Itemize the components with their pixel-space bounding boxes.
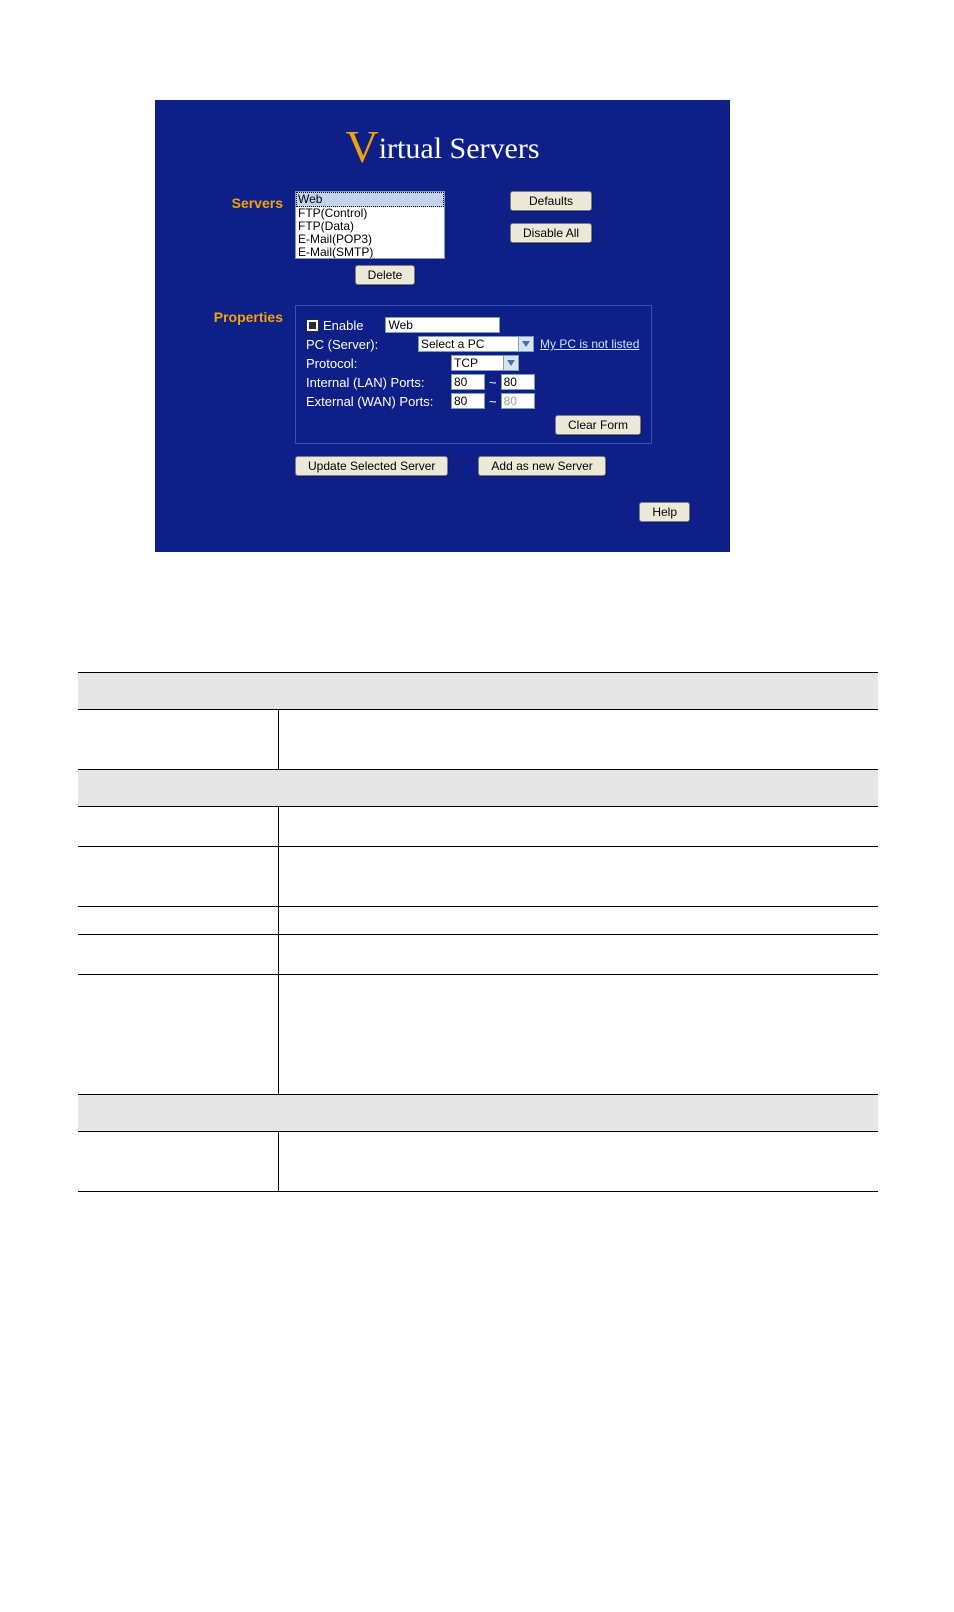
check-mark-icon <box>309 322 316 329</box>
enable-checkbox[interactable] <box>306 319 319 332</box>
table-row <box>78 807 878 847</box>
server-option[interactable]: Web <box>296 192 444 207</box>
table-row <box>78 847 878 907</box>
wan-port-to-input[interactable] <box>501 393 535 409</box>
wan-port-from-input[interactable] <box>451 393 485 409</box>
protocol-select[interactable] <box>451 355 503 371</box>
table-group-header <box>78 673 878 710</box>
servers-label: Servers <box>173 191 295 211</box>
pc-server-label: PC (Server): <box>306 337 418 352</box>
title-rest: irtual Servers <box>379 132 540 165</box>
lan-port-from-input[interactable] <box>451 374 485 390</box>
properties-label: Properties <box>173 305 295 325</box>
table-group-header <box>78 770 878 807</box>
protocol-label: Protocol: <box>306 356 451 371</box>
lan-port-to-input[interactable] <box>501 374 535 390</box>
servers-section: Servers Web FTP(Control) FTP(Data) E-Mai… <box>155 183 730 285</box>
dropdown-arrow-icon[interactable] <box>503 355 519 371</box>
disable-all-button[interactable]: Disable All <box>510 223 592 243</box>
enable-label: Enable <box>323 318 363 333</box>
update-selected-server-button[interactable]: Update Selected Server <box>295 456 448 476</box>
dropdown-arrow-icon[interactable] <box>518 336 534 352</box>
properties-section: Properties Enable PC (Server): <box>155 297 730 476</box>
lan-ports-label: Internal (LAN) Ports: <box>306 375 451 390</box>
server-name-input[interactable] <box>385 317 500 333</box>
table-row <box>78 710 878 770</box>
table-row <box>78 907 878 935</box>
servers-listbox[interactable]: Web FTP(Control) FTP(Data) E-Mail(POP3) … <box>295 191 445 259</box>
pc-select[interactable] <box>418 336 518 352</box>
clear-form-button[interactable]: Clear Form <box>555 415 641 435</box>
range-separator: ~ <box>489 394 497 409</box>
range-separator: ~ <box>489 375 497 390</box>
virtual-servers-panel: Virtual Servers Servers Web FTP(Control)… <box>155 100 730 552</box>
title-cap: V <box>345 120 378 173</box>
properties-fieldset: Enable PC (Server): My PC is not listed <box>295 305 652 444</box>
page-title: Virtual Servers <box>345 132 539 165</box>
table-row <box>78 1132 878 1192</box>
wan-ports-label: External (WAN) Ports: <box>306 394 451 409</box>
defaults-button[interactable]: Defaults <box>510 191 592 211</box>
my-pc-not-listed-link[interactable]: My PC is not listed <box>540 337 639 351</box>
table-row <box>78 935 878 975</box>
panel-header: Virtual Servers <box>155 100 730 183</box>
table-row <box>78 975 878 1095</box>
server-option[interactable]: E-Mail(SMTP) <box>296 246 444 259</box>
table-group-header <box>78 1095 878 1132</box>
add-as-new-server-button[interactable]: Add as new Server <box>478 456 605 476</box>
delete-button[interactable]: Delete <box>355 265 416 285</box>
data-table <box>78 672 878 1192</box>
help-button[interactable]: Help <box>639 502 690 522</box>
